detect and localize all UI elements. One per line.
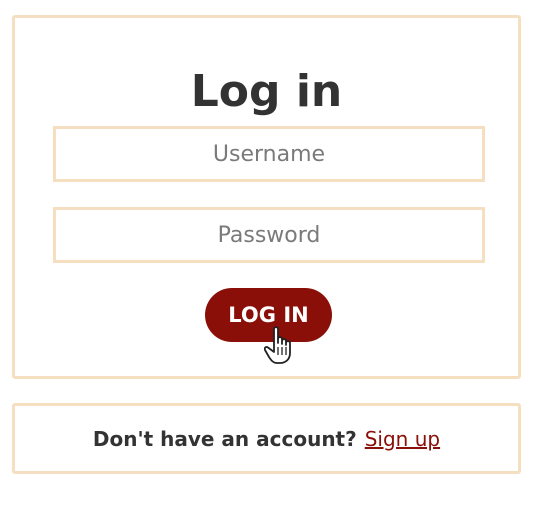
signup-link[interactable]: Sign up (365, 427, 440, 451)
username-input[interactable] (53, 126, 485, 182)
hand-pointer-icon (264, 326, 291, 364)
signup-card: Don't have an account? Sign up (12, 403, 521, 474)
signup-prompt: Don't have an account? (92, 426, 357, 451)
password-input[interactable] (53, 207, 485, 263)
page-title: Log in (190, 66, 343, 117)
